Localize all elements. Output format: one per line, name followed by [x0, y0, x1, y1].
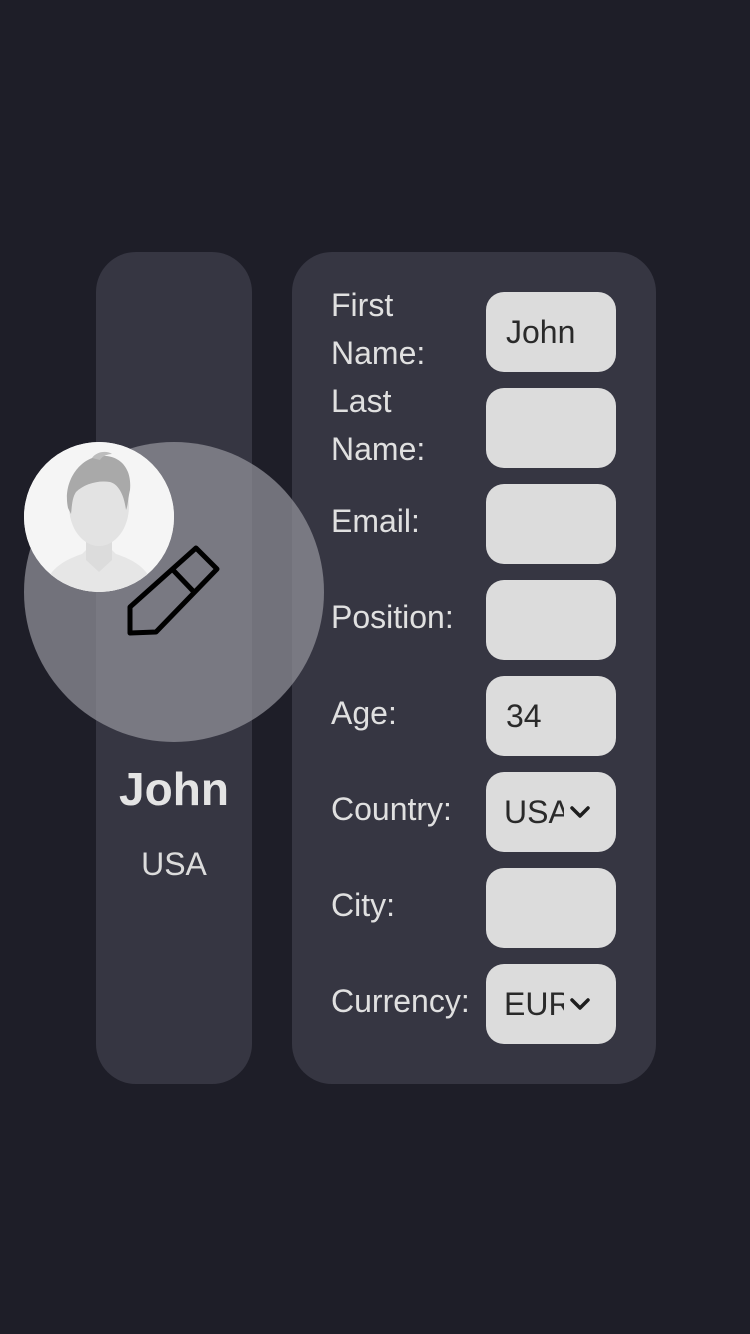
city-label: City:	[331, 887, 395, 923]
profile-name: John	[119, 763, 229, 815]
city-input[interactable]	[486, 868, 616, 948]
chevron-down-icon	[570, 806, 590, 818]
position-field[interactable]	[486, 580, 616, 660]
country-label: Country:	[331, 791, 452, 827]
first-name-field[interactable]	[486, 292, 616, 372]
email-field[interactable]	[486, 484, 616, 564]
email-label: Email:	[331, 503, 420, 539]
pencil-icon[interactable]	[126, 545, 220, 639]
last-name-field[interactable]	[486, 388, 616, 468]
country-select[interactable]: USA	[486, 772, 616, 852]
age-label: Age:	[331, 695, 397, 731]
first-name-label: First Name:	[331, 287, 426, 371]
first-name-input[interactable]	[486, 292, 616, 372]
city-field[interactable]	[486, 868, 616, 948]
age-field[interactable]	[486, 676, 616, 756]
profile-country: USA	[141, 846, 207, 882]
currency-label: Currency:	[331, 983, 470, 1019]
last-name-label: Last Name:	[331, 383, 426, 467]
chevron-down-icon	[570, 998, 590, 1010]
currency-select-value: EUR	[504, 986, 564, 1022]
position-label: Position:	[331, 599, 454, 635]
currency-select[interactable]: EUR	[486, 964, 616, 1044]
age-input[interactable]	[486, 676, 616, 756]
position-input[interactable]	[486, 580, 616, 660]
last-name-input[interactable]	[486, 388, 616, 468]
email-input[interactable]	[486, 484, 616, 564]
country-select-value: USA	[504, 794, 564, 830]
